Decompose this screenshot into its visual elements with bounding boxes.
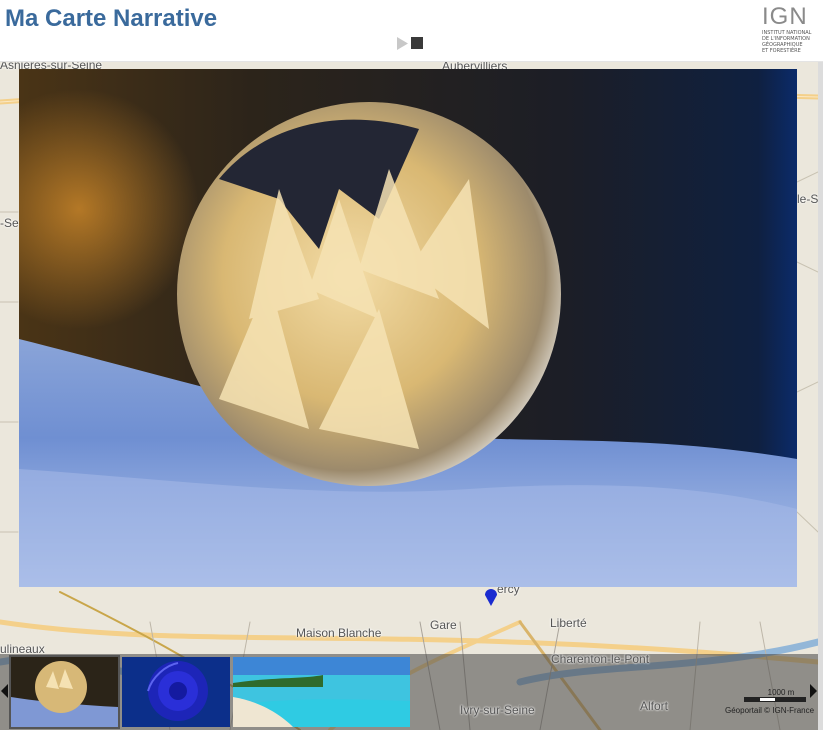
map-label-ivry: Ivry-sur-Seine [460,703,535,717]
ign-logo-text: IGN [762,3,808,30]
map-scale-bar [744,697,806,702]
chevron-right-icon[interactable] [809,684,817,698]
map-label-liberte: Liberté [550,616,587,630]
thumb-blue-rose-image [122,657,230,727]
thumb-tropical-beach[interactable] [233,657,410,727]
map-marker-icon[interactable] [484,586,498,606]
thumb-frozen-bubble[interactable] [9,655,120,729]
map-label-charenton: Charenton-le-Pont [551,652,650,666]
page-title: Ma Carte Narrative [5,5,218,32]
map-scrollbar[interactable] [818,62,823,730]
map-label-se: -Se [0,216,19,230]
map-attribution: Géoportail © IGN-France [725,706,815,715]
map-label-gare: Gare [430,618,457,632]
map-label-le-s: le-S [797,192,818,206]
ign-logo-subtitle-4: et forestière [762,48,801,54]
thumb-frozen-bubble-image [11,657,118,727]
map-label-maison-blanche: Maison Blanche [296,626,382,640]
stop-icon[interactable] [411,37,423,49]
map-label-alfort: Alfort [640,699,669,713]
play-icon[interactable] [396,37,408,50]
header: Ma Carte Narrative IGN Institut national… [0,0,823,62]
map-scale-label: 1000 m [767,688,795,697]
thumb-blue-rose[interactable] [122,657,230,727]
story-photo [19,69,797,587]
thumb-tropical-beach-image [233,657,410,727]
frozen-bubble-image [19,69,797,587]
chevron-left-icon[interactable] [1,684,9,698]
map-scale: 1000 m [744,688,806,702]
ign-logo: IGN Institut national de l'information g… [762,4,818,62]
story-player-controls [396,37,423,50]
